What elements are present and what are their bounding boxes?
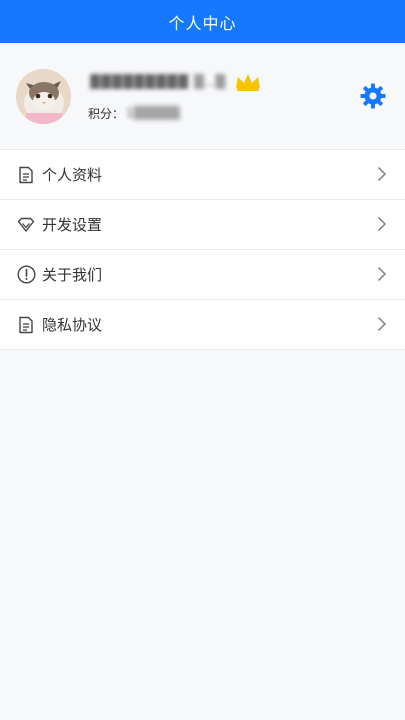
avatar[interactable] <box>16 69 71 124</box>
crown-icon <box>236 74 261 91</box>
menu-item-label: 个人资料 <box>42 166 103 184</box>
menu-item-dev-settings[interactable]: 开发设置 <box>0 200 405 250</box>
top-bar: 个人中心 <box>0 0 405 43</box>
chevron-right-icon <box>378 267 386 281</box>
menu-item-label: 隐私协议 <box>42 316 103 334</box>
username-row: ▓▓▓▓▓▓▓▓▓ ▒..▒ <box>90 71 262 93</box>
points-value: 1▒▒▒▒▒ <box>126 106 180 120</box>
chevron-right-icon <box>378 317 386 331</box>
document-icon <box>16 165 36 185</box>
avatar-image <box>16 69 71 124</box>
points-row: 积分： 1▒▒▒▒▒ <box>88 103 180 123</box>
diamond-icon <box>16 215 36 235</box>
chevron-right-icon <box>378 167 386 181</box>
menu-item-label: 开发设置 <box>42 216 103 234</box>
document-icon <box>16 315 36 335</box>
menu-list: 个人资料 开发设置 关于我们 隐私协议 <box>0 149 405 350</box>
menu-item-profile[interactable]: 个人资料 <box>0 150 405 200</box>
chevron-right-icon <box>378 217 386 231</box>
points-label: 积分： <box>88 106 125 121</box>
profile-header: ▓▓▓▓▓▓▓▓▓ ▒..▒ 积分： 1▒▒▒▒▒ <box>0 43 405 149</box>
menu-item-privacy[interactable]: 隐私协议 <box>0 300 405 350</box>
gear-icon[interactable] <box>360 83 386 109</box>
menu-item-label: 关于我们 <box>42 266 103 284</box>
page-title: 个人中心 <box>168 13 237 33</box>
menu-item-about[interactable]: 关于我们 <box>0 250 405 300</box>
info-icon <box>16 265 36 285</box>
username: ▓▓▓▓▓▓▓▓▓ ▒..▒ <box>90 74 227 90</box>
